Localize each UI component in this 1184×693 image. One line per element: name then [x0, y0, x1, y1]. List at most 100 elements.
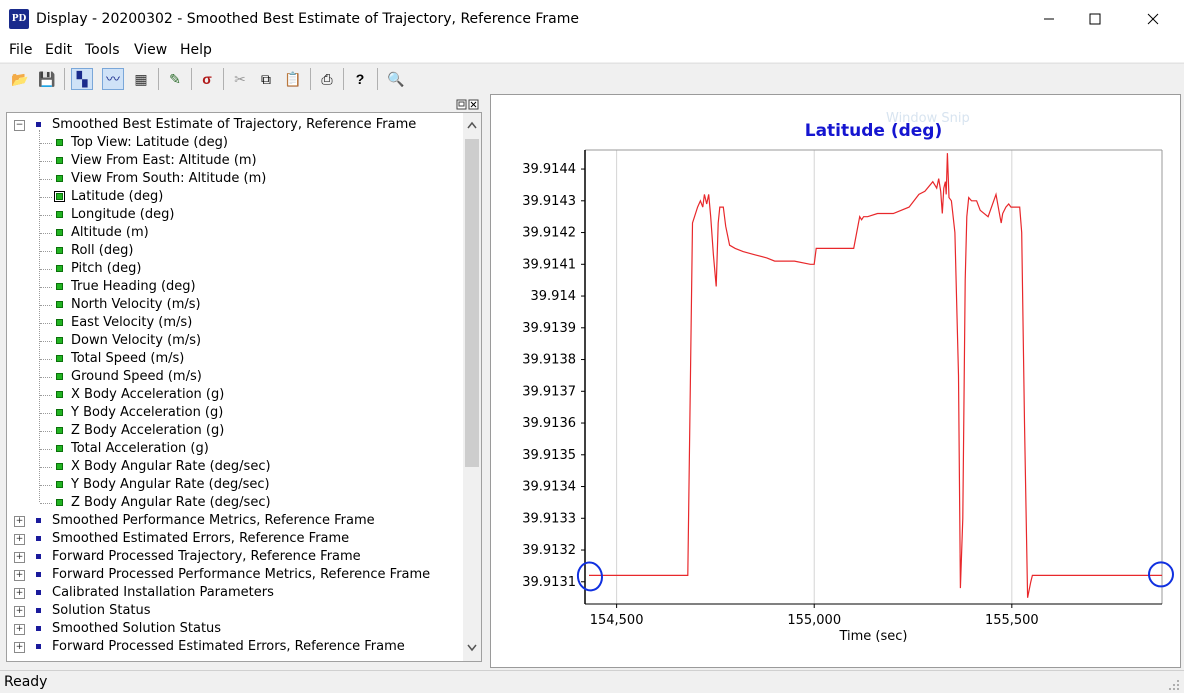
pencil-button[interactable]: ✎	[164, 68, 186, 90]
status-text: Ready	[4, 674, 48, 690]
zoom-button[interactable]: 🔍	[385, 68, 407, 90]
tree-node-label: Smoothed Performance Metrics, Reference …	[52, 513, 375, 528]
y-tick-label: 39.9135	[522, 448, 576, 463]
node-bullet-icon	[36, 626, 41, 631]
copy-button[interactable]: ⧉	[255, 68, 277, 90]
tree-view[interactable]: − Smoothed Best Estimate of Trajectory, R…	[6, 112, 482, 662]
tree-connector-line	[40, 305, 52, 306]
expand-icon[interactable]: +	[14, 516, 25, 527]
tree-item-label: True Heading (deg)	[71, 279, 196, 294]
sigma-button[interactable]: σ	[196, 68, 218, 90]
menu-view[interactable]: View	[134, 42, 167, 58]
tree-item-east-velocity-m-s[interactable]: East Velocity (m/s)	[7, 314, 457, 332]
help-button[interactable]: ?	[349, 68, 371, 90]
tree-item-z-body-acceleration-g[interactable]: Z Body Acceleration (g)	[7, 422, 457, 440]
collapse-icon[interactable]: −	[14, 120, 25, 131]
expand-icon[interactable]: +	[14, 534, 25, 545]
x-tick-label: 155,000	[787, 613, 841, 628]
tree-item-z-body-angular-rate-deg-sec[interactable]: Z Body Angular Rate (deg/sec)	[7, 494, 457, 512]
toolbar: 📂 💾 ▚ 〰 ▦ ✎ σ ✂ ⧉ 📋 ⎙ ? 🔍	[0, 63, 1184, 94]
tree-item-y-body-angular-rate-deg-sec[interactable]: Y Body Angular Rate (deg/sec)	[7, 476, 457, 494]
tree-connector-line	[40, 269, 52, 270]
tree-node-calibrated-installation-parameters[interactable]: + Calibrated Installation Parameters	[7, 584, 457, 602]
tree-item-down-velocity-m-s[interactable]: Down Velocity (m/s)	[7, 332, 457, 350]
y-tick-label: 39.9133	[522, 511, 576, 526]
expand-icon[interactable]: +	[14, 606, 25, 617]
menu-edit[interactable]: Edit	[45, 42, 72, 58]
tree-item-view-from-east-altitude-m[interactable]: View From East: Altitude (m)	[7, 152, 457, 170]
open-button[interactable]: 📂	[9, 68, 31, 90]
tree-node-label: Calibrated Installation Parameters	[52, 585, 274, 600]
tree-item-total-speed-m-s[interactable]: Total Speed (m/s)	[7, 350, 457, 368]
tree-item-roll-deg[interactable]: Roll (deg)	[7, 242, 457, 260]
tree-item-label: Roll (deg)	[71, 243, 134, 258]
tree-item-pitch-deg[interactable]: Pitch (deg)	[7, 260, 457, 278]
tree-node-smoothed-estimated-errors-reference-frame[interactable]: + Smoothed Estimated Errors, Reference Fr…	[7, 530, 457, 548]
menu-file[interactable]: File	[9, 42, 32, 58]
resize-grip-icon[interactable]	[1168, 679, 1180, 691]
tree-connector-line	[40, 449, 52, 450]
tree-view-icon: ▚	[76, 70, 88, 87]
tree-item-latitude-deg[interactable]: Latitude (deg)	[7, 188, 457, 206]
save-button[interactable]: 💾	[36, 68, 58, 90]
tree-connector-line	[40, 323, 52, 324]
maximize-button[interactable]	[1072, 0, 1118, 38]
tree-connector-line	[40, 467, 52, 468]
y-tick-label: 39.9137	[522, 384, 576, 399]
plot-button[interactable]: 〰	[102, 68, 124, 90]
tree-item-north-velocity-m-s[interactable]: North Velocity (m/s)	[7, 296, 457, 314]
tree-item-altitude-m[interactable]: Altitude (m)	[7, 224, 457, 242]
tree-item-ground-speed-m-s[interactable]: Ground Speed (m/s)	[7, 368, 457, 386]
tree-node-label: Forward Processed Estimated Errors, Refe…	[52, 639, 405, 654]
tree-node-forward-processed-performance-metrics-reference-frame[interactable]: + Forward Processed Performance Metrics, …	[7, 566, 457, 584]
tree-item-total-acceleration-g[interactable]: Total Acceleration (g)	[7, 440, 457, 458]
paste-button[interactable]: 📋	[282, 68, 304, 90]
series-bullet-icon	[56, 481, 63, 488]
toolbar-separator	[158, 68, 159, 90]
menu-help[interactable]: Help	[180, 42, 212, 58]
tree-node-smoothed-performance-metrics-reference-frame[interactable]: + Smoothed Performance Metrics, Reference…	[7, 512, 457, 530]
tree-item-view-from-south-altitude-m[interactable]: View From South: Altitude (m)	[7, 170, 457, 188]
tree-item-longitude-deg[interactable]: Longitude (deg)	[7, 206, 457, 224]
tree-node-smoothed-solution-status[interactable]: + Smoothed Solution Status	[7, 620, 457, 638]
print-button[interactable]: ⎙	[316, 68, 338, 90]
expand-icon[interactable]: +	[14, 624, 25, 635]
expand-icon[interactable]: +	[14, 588, 25, 599]
latitude-chart[interactable]: Window SnipLatitude (deg)39.913139.91323…	[491, 95, 1180, 667]
tree-item-top-view-latitude-deg[interactable]: Top View: Latitude (deg)	[7, 134, 457, 152]
tree-item-label: North Velocity (m/s)	[71, 297, 201, 312]
tree-item-true-heading-deg[interactable]: True Heading (deg)	[7, 278, 457, 296]
chart-pane: Window Snip Latitude (deg) 39.9131 39.9132 3…	[490, 94, 1181, 668]
tree-connector-line	[40, 251, 52, 252]
expand-icon[interactable]: +	[14, 570, 25, 581]
cut-button[interactable]: ✂	[229, 68, 251, 90]
minimize-button[interactable]	[1026, 0, 1072, 38]
tree-view-button[interactable]: ▚	[71, 68, 93, 90]
tree-node-label: Forward Processed Trajectory, Reference …	[52, 549, 361, 564]
tree-item-x-body-angular-rate-deg-sec[interactable]: X Body Angular Rate (deg/sec)	[7, 458, 457, 476]
close-button[interactable]	[1130, 0, 1176, 38]
series-bullet-icon	[56, 229, 63, 236]
node-bullet-icon	[36, 608, 41, 613]
tree-item-label: Latitude (deg)	[71, 189, 164, 204]
toolbar-separator	[310, 68, 311, 90]
series-bullet-icon	[56, 355, 63, 362]
tree-node-forward-processed-estimated-errors-reference-frame[interactable]: + Forward Processed Estimated Errors, Ref…	[7, 638, 457, 656]
table-button[interactable]: ▦	[130, 68, 152, 90]
x-tick-label: 154,500	[590, 613, 644, 628]
tree-item-y-body-acceleration-g[interactable]: Y Body Acceleration (g)	[7, 404, 457, 422]
tree-node-solution-status[interactable]: + Solution Status	[7, 602, 457, 620]
tree-connector-line	[40, 179, 52, 180]
y-tick-label: 39.9136	[522, 416, 576, 431]
series-bullet-icon	[56, 427, 63, 434]
tree-item-label: Down Velocity (m/s)	[71, 333, 202, 348]
tree-node-forward-processed-trajectory-reference-frame[interactable]: + Forward Processed Trajectory, Reference…	[7, 548, 457, 566]
expand-icon[interactable]: +	[14, 642, 25, 653]
tree-node-root[interactable]: − Smoothed Best Estimate of Trajectory, R…	[7, 116, 457, 134]
menu-tools[interactable]: Tools	[85, 42, 120, 58]
pane-restore-close-icon[interactable]	[456, 99, 480, 110]
expand-icon[interactable]: +	[14, 552, 25, 563]
tree-scrollbar[interactable]	[463, 113, 481, 661]
right-endpoint-circle-annotation	[1148, 561, 1174, 588]
tree-item-x-body-acceleration-g[interactable]: X Body Acceleration (g)	[7, 386, 457, 404]
